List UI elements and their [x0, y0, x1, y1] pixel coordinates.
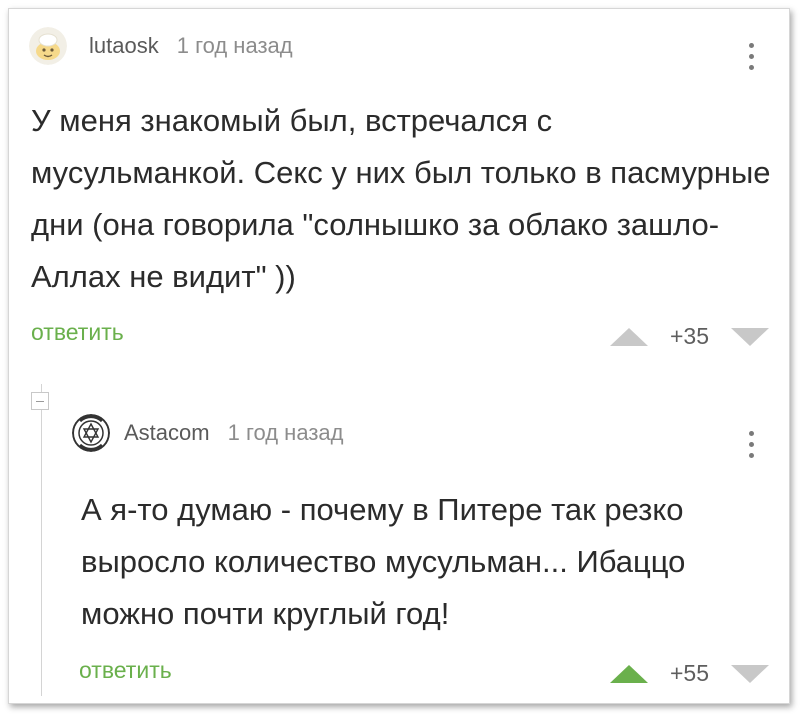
thread-line[interactable] [41, 384, 42, 696]
more-options-icon[interactable] [747, 43, 755, 70]
upvote-icon[interactable] [609, 664, 648, 683]
reply-link[interactable]: ответить [79, 657, 172, 684]
rating-controls: +55 [609, 660, 769, 687]
author-name[interactable]: Astacom [124, 420, 210, 446]
timestamp: 1 год назад [227, 420, 344, 445]
author-name[interactable]: lutaosk [89, 33, 159, 59]
avatar[interactable] [29, 27, 67, 65]
comment-header: Astacom 1 год назад [72, 414, 343, 452]
avatar[interactable] [72, 414, 110, 452]
upvote-icon[interactable] [609, 327, 648, 346]
comment-text: У меня знакомый был, встречался с мусуль… [31, 103, 771, 294]
score: +35 [669, 323, 709, 349]
comment-header: lutaosk 1 год назад [29, 27, 293, 65]
score: +55 [669, 660, 709, 686]
more-options-icon[interactable] [747, 431, 755, 458]
reply-link[interactable]: ответить [31, 319, 124, 346]
rating-controls: +35 [609, 323, 769, 350]
downvote-icon[interactable] [731, 327, 769, 346]
collapse-thread-icon[interactable] [31, 392, 49, 410]
timestamp: 1 год назад [176, 33, 293, 58]
downvote-icon[interactable] [731, 664, 769, 683]
comments-panel: lutaosk 1 год назад У меня знакомый был,… [8, 8, 790, 704]
comment-text: А я-то думаю - почему в Питере так резко… [81, 492, 686, 631]
